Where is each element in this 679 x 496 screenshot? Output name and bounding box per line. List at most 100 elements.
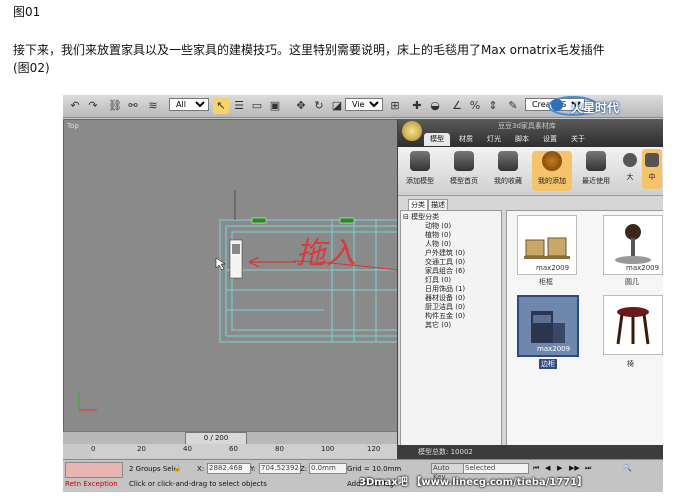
logo-text: 火星时代 [571, 101, 620, 115]
ruler-tick: 0 [91, 445, 96, 453]
model-home-button[interactable]: 模型首页 [444, 151, 484, 186]
model-version: max2009 [536, 264, 570, 272]
tab-about[interactable]: 关于 [566, 133, 590, 146]
tab-script[interactable]: 脚本 [510, 133, 534, 146]
tree-item[interactable]: 动物 (0) [425, 222, 451, 231]
redo-icon[interactable]: ↷ [85, 98, 101, 114]
size-medium-icon [645, 153, 659, 167]
select-by-name-icon[interactable]: ☰ [231, 98, 247, 114]
tree-item[interactable]: 灯具 (0) [425, 276, 451, 285]
model-count: 模型总数: 10002 [418, 448, 473, 456]
x-coordinate-field[interactable]: 2882.468 [207, 463, 251, 474]
spinner-snap-icon[interactable]: ⇕ [485, 98, 501, 114]
go-to-start-icon[interactable]: ⏮ [533, 463, 539, 473]
tree-item[interactable]: 人物 (0) [425, 240, 451, 249]
next-frame-icon[interactable]: ▶▶ [569, 463, 580, 473]
undo-icon[interactable]: ↶ [67, 98, 83, 114]
manipulate-icon[interactable]: ✚ [409, 98, 425, 114]
model-card-cabinet[interactable]: max2009 [517, 215, 577, 275]
tree-item[interactable]: 厨卫洁具 (0) [425, 303, 465, 312]
rect-selection-icon[interactable]: ▭ [249, 98, 265, 114]
play-icon[interactable]: ▶ [557, 463, 562, 473]
tree-item[interactable]: 其它 (0) [425, 321, 451, 330]
percent-snap-icon[interactable]: % [467, 98, 483, 114]
tab-settings[interactable]: 设置 [538, 133, 562, 146]
tree-item[interactable]: 交通工具 (0) [425, 258, 465, 267]
selection-info: 2 Groups Sele [129, 465, 178, 473]
panel-ribbon: 添加模型 模型首页 我的收藏 我的添加 最近使用 大 中 [398, 147, 663, 196]
snap-icon[interactable]: ◒ [427, 98, 443, 114]
ref-coord-select[interactable]: View [345, 98, 383, 111]
scale-icon[interactable]: ◪ [329, 98, 345, 114]
model-card-stool[interactable] [603, 295, 663, 355]
ruler-tick: 100 [321, 445, 335, 453]
tree-item[interactable]: 家具组合 (6) [425, 267, 465, 276]
tree-item[interactable]: 器材设备 (0) [425, 294, 465, 303]
article-paragraph: 接下来，我们来放置家具以及一些家具的建模技巧。这里特别需要说明，床上的毛毯用了M… [13, 43, 605, 57]
script-listener-text: Retn Exception [65, 480, 118, 488]
my-favorites-label: 我的收藏 [494, 177, 522, 185]
site-watermark: 3Dmax吧 【www.linecg.com/tieba/1771】 [359, 477, 588, 488]
y-label: Y: [250, 465, 256, 473]
logo-hxsd: 火星时代 [543, 95, 663, 117]
tree-root-label: 模型分类 [411, 213, 440, 221]
prev-frame-icon[interactable]: ◀ [545, 463, 550, 473]
angle-snap-icon[interactable]: ∠ [449, 98, 465, 114]
model-version: max2009 [626, 264, 660, 272]
track-bar[interactable]: 0 20 40 60 80 100 120 [91, 444, 397, 458]
tab-material[interactable]: 材质 [454, 133, 478, 146]
model-card-round-table[interactable]: max2009 [603, 215, 663, 275]
tab-model[interactable]: 模型 [424, 133, 450, 146]
ruler-tick: 60 [229, 445, 238, 453]
z-label: Z: [300, 465, 308, 473]
y-coordinate-field[interactable]: 704.52392 [259, 463, 301, 474]
panel-logo-icon[interactable] [402, 121, 422, 141]
tree-item[interactable]: 植物 (0) [425, 231, 451, 240]
script-listener-box[interactable] [65, 462, 123, 478]
size-large-label: 大 [626, 173, 634, 181]
pivot-icon[interactable]: ⊞ [387, 98, 403, 114]
z-coordinate-field[interactable]: 0.0mm [309, 463, 347, 474]
move-icon[interactable]: ✥ [293, 98, 309, 114]
edit-named-sel-icon[interactable]: ✎ [505, 98, 521, 114]
lock-icon[interactable]: 🔒 [173, 463, 182, 473]
model-grid: max2009 柜框 max2009 圆几 max2009 边柜 椅 [506, 210, 663, 447]
recent-button[interactable]: 最近使用 [576, 151, 616, 186]
rotate-icon[interactable]: ↻ [311, 98, 327, 114]
my-favorites-button[interactable]: 我的收藏 [488, 151, 528, 186]
globe-icon [542, 151, 562, 171]
model-caption: 边柜 [539, 359, 557, 369]
tree-root[interactable]: ⊟ 模型分类 [403, 213, 439, 222]
panel-subtabs: 分类 描述 [408, 199, 468, 211]
model-caption: 椅 [627, 360, 634, 368]
unlink-icon[interactable]: ⚯ [125, 98, 141, 114]
go-to-end-icon[interactable]: ⏭ [585, 463, 591, 473]
model-caption: 柜框 [539, 278, 553, 286]
model-home-label: 模型首页 [450, 177, 478, 185]
tree-item[interactable]: 构件五金 (0) [425, 312, 465, 321]
zoom-icon[interactable]: 🔍 [623, 463, 632, 473]
size-medium-button[interactable]: 中 [642, 149, 662, 189]
figure-label-01: 图01 [13, 5, 41, 19]
selection-filter-select[interactable]: All [169, 98, 209, 111]
select-object-icon[interactable]: ↖ [213, 98, 229, 114]
book-icon [454, 151, 474, 171]
ruler-tick: 80 [275, 445, 284, 453]
model-card-side-cabinet[interactable]: max2009 [517, 295, 579, 357]
size-medium-label: 中 [648, 173, 656, 181]
size-large-button[interactable]: 大 [620, 153, 640, 182]
tree-item[interactable]: 户外建筑 (0) [425, 249, 465, 258]
add-model-button[interactable]: 添加模型 [400, 151, 440, 186]
add-model-label: 添加模型 [406, 177, 434, 185]
my-added-label: 我的添加 [538, 177, 566, 185]
clock-icon [586, 151, 606, 171]
window-crossing-icon[interactable]: ▣ [267, 98, 283, 114]
tab-light[interactable]: 灯光 [482, 133, 506, 146]
bind-spacewarp-icon[interactable]: ≋ [145, 98, 161, 114]
recent-label: 最近使用 [582, 177, 610, 185]
tree-item[interactable]: 日用饰品 (1) [425, 285, 465, 294]
panel-footer: 模型总数: 10002 [398, 445, 663, 459]
time-slider[interactable]: 0 / 200 [63, 431, 397, 445]
my-added-button[interactable]: 我的添加 [532, 151, 572, 191]
link-icon[interactable]: ⛓ [107, 98, 123, 114]
